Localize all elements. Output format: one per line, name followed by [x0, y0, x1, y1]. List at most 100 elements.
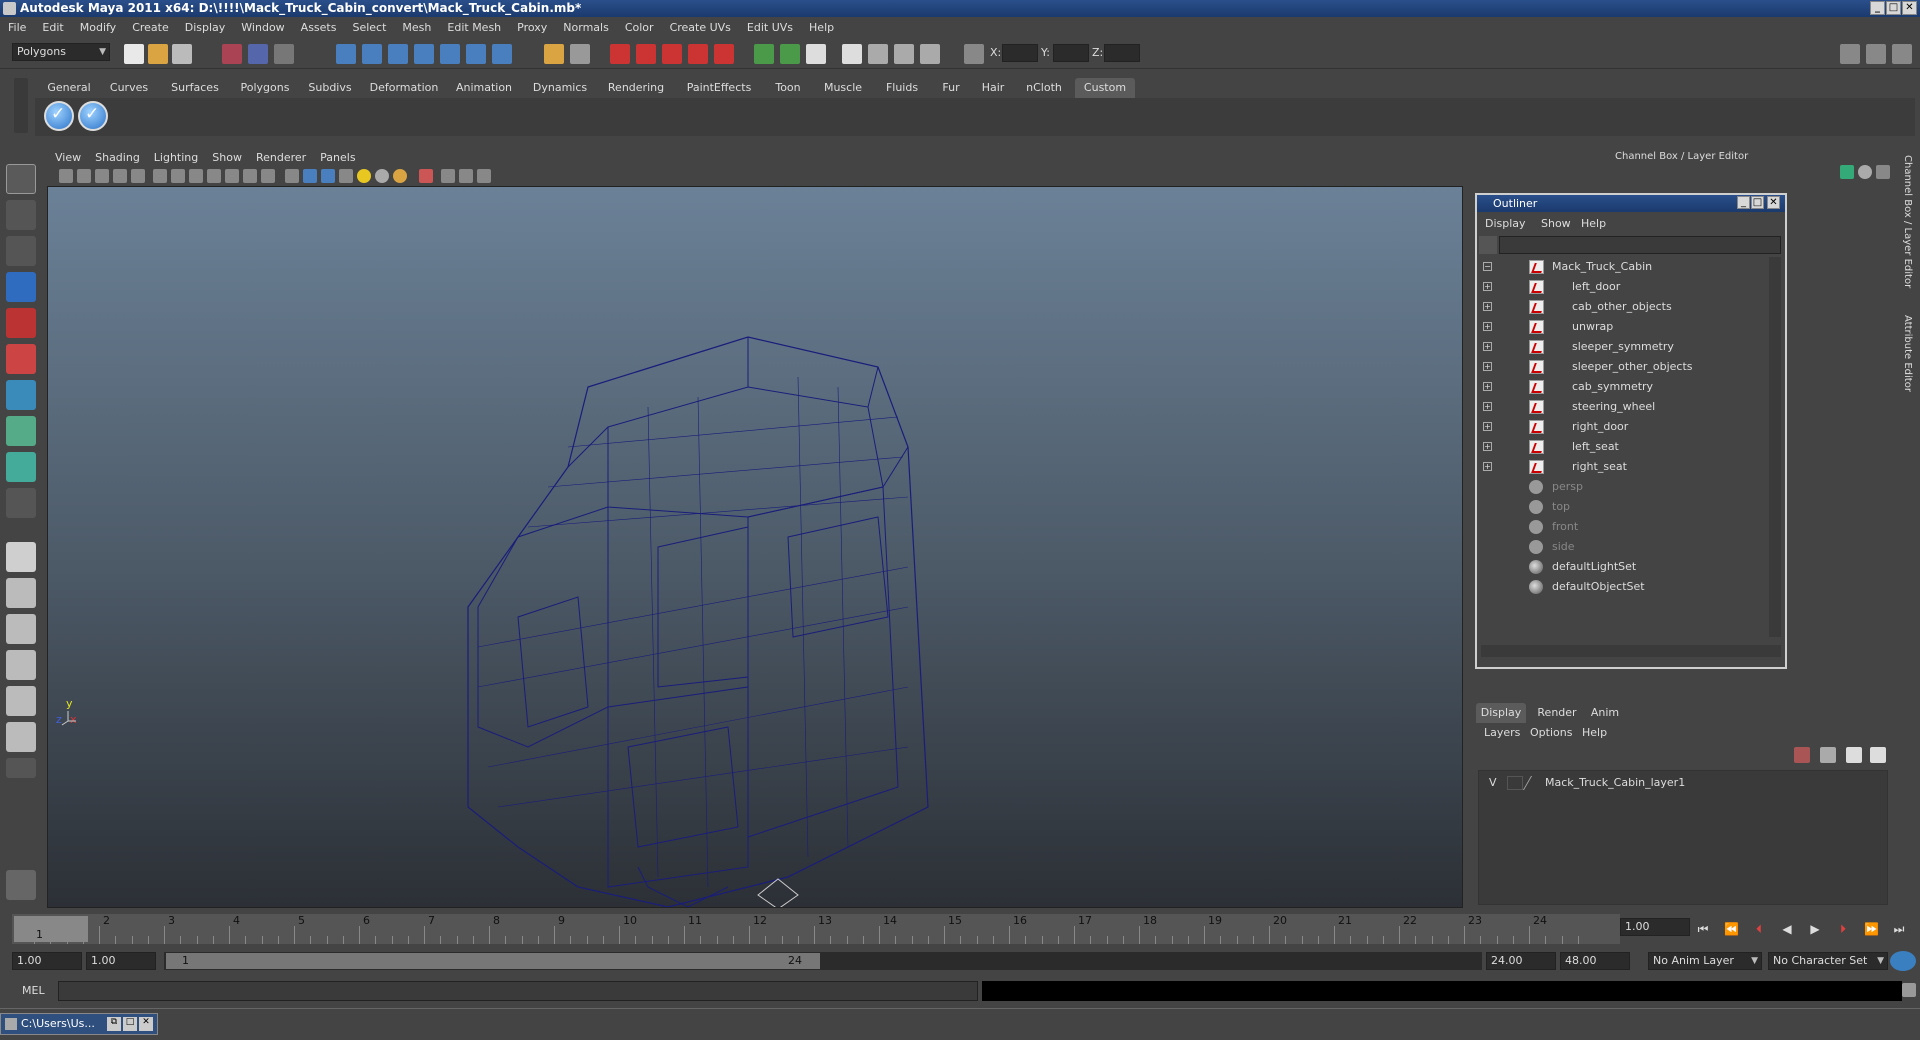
soft-modification-icon[interactable]: [6, 416, 36, 446]
expand-icon[interactable]: +: [1483, 402, 1492, 411]
flat-shade-icon[interactable]: [207, 169, 221, 183]
isolate-select-icon[interactable]: [285, 169, 299, 183]
maximize-button[interactable]: □: [1886, 1, 1901, 15]
save-scene-icon[interactable]: [172, 44, 192, 64]
outliner-vertical-scrollbar[interactable]: [1769, 257, 1781, 637]
viewport-menu-panels[interactable]: Panels: [320, 151, 355, 164]
shadows-icon[interactable]: [375, 169, 389, 183]
make-live-icon[interactable]: [466, 44, 486, 64]
select-mode-icon[interactable]: [419, 169, 433, 183]
construction-history-icon[interactable]: [570, 44, 590, 64]
absolute-transform-icon[interactable]: [964, 44, 984, 64]
time-slider[interactable]: 123456789101112131415161718192021222324 …: [12, 914, 1620, 944]
outliner-title-bar[interactable]: Outliner _ □ ✕: [1477, 195, 1785, 212]
move-layer-up-icon[interactable]: [1794, 747, 1810, 763]
outliner-item[interactable]: + sleeper_other_objects: [1477, 357, 1767, 377]
rotate-tool-icon[interactable]: [6, 308, 36, 338]
menu-file[interactable]: File: [8, 21, 26, 34]
snap-grid-icon[interactable]: [336, 44, 356, 64]
motion-trail-icon[interactable]: [477, 169, 491, 183]
current-time-field[interactable]: 1.00: [1620, 918, 1690, 936]
select-tool-icon[interactable]: [6, 164, 36, 194]
show-manipulator-icon[interactable]: [6, 452, 36, 482]
single-perspective-layout-icon[interactable]: [6, 542, 36, 572]
shelf-tab-custom[interactable]: Custom: [1075, 78, 1135, 98]
viewport-menu-shading[interactable]: Shading: [95, 151, 140, 164]
grid-icon[interactable]: [153, 169, 167, 183]
safe-action-icon[interactable]: [459, 169, 473, 183]
current-frame-marker[interactable]: [14, 916, 88, 942]
hypershade-layout-icon[interactable]: [6, 686, 36, 716]
shelf-tab-rendering[interactable]: Rendering: [601, 78, 671, 98]
cube-wireframe-icon[interactable]: [303, 169, 317, 183]
collapse-icon[interactable]: −: [1483, 262, 1492, 271]
open-scene-icon[interactable]: [148, 44, 168, 64]
minimize-button[interactable]: _: [1870, 1, 1885, 15]
shelf-tab-animation[interactable]: Animation: [449, 78, 519, 98]
perspective-viewport[interactable]: y x z: [47, 186, 1463, 908]
outliner-camera-item[interactable]: persp: [1477, 477, 1767, 497]
tool-settings-toggle-icon[interactable]: [1892, 44, 1912, 64]
step-back-frame-icon[interactable]: ⏪: [1724, 922, 1739, 936]
toggle-panel-icon[interactable]: [780, 44, 800, 64]
command-input[interactable]: [58, 981, 978, 1001]
play-backwards-icon[interactable]: ◀: [1780, 922, 1794, 936]
menu-display[interactable]: Display: [185, 21, 226, 34]
menu-edit[interactable]: Edit: [42, 21, 63, 34]
hud-icon[interactable]: [261, 169, 275, 183]
scale-tool-icon[interactable]: [6, 344, 36, 374]
move-layer-down-icon[interactable]: [1820, 747, 1836, 763]
shelf-options-icon[interactable]: [14, 78, 28, 133]
lasso-tool-icon[interactable]: [6, 200, 36, 230]
step-forward-frame-icon[interactable]: ⏩: [1864, 922, 1879, 936]
auto-key-icon[interactable]: [1890, 951, 1916, 971]
expand-icon[interactable]: +: [1483, 362, 1492, 371]
shelf-tab-curves[interactable]: Curves: [103, 78, 155, 98]
shelf-tab-dynamics[interactable]: Dynamics: [525, 78, 595, 98]
step-forward-key-icon[interactable]: ⏵: [1836, 922, 1850, 936]
go-to-end-icon[interactable]: ⏭: [1892, 922, 1906, 936]
custom-shelf-button-2[interactable]: [78, 101, 108, 131]
menu-window[interactable]: Window: [241, 21, 284, 34]
layer-type-toggle[interactable]: [1507, 776, 1523, 790]
default-light-icon[interactable]: [357, 169, 371, 183]
outliner-set-item[interactable]: defaultObjectSet: [1477, 577, 1767, 597]
outliner-camera-item[interactable]: top: [1477, 497, 1767, 517]
outliner-menu-display[interactable]: Display: [1485, 215, 1526, 233]
outliner-toggle-icon[interactable]: [920, 44, 940, 64]
layer-visibility-toggle[interactable]: V: [1489, 774, 1497, 792]
cube-shaded-icon[interactable]: [321, 169, 335, 183]
outliner-maximize-button[interactable]: □: [1751, 196, 1764, 209]
layer-editor-icon[interactable]: [894, 44, 914, 64]
maximize-icon[interactable]: □: [123, 1017, 137, 1031]
shelf-tab-deformation[interactable]: Deformation: [365, 78, 443, 98]
menu-modify[interactable]: Modify: [80, 21, 116, 34]
close-button[interactable]: ✕: [1902, 1, 1917, 15]
ipr-render-icon[interactable]: [636, 44, 656, 64]
close-icon[interactable]: ✕: [139, 1017, 153, 1031]
select-camera-icon[interactable]: [59, 169, 73, 183]
outliner-menu-show[interactable]: Show: [1541, 215, 1571, 233]
outliner-minimize-button[interactable]: _: [1737, 196, 1750, 209]
textured-icon[interactable]: [243, 169, 257, 183]
menu-normals[interactable]: Normals: [563, 21, 609, 34]
help-icon[interactable]: [492, 44, 512, 64]
viewport-menu-view[interactable]: View: [55, 151, 81, 164]
outliner-item[interactable]: + right_door: [1477, 417, 1767, 437]
attribute-editor-side-tab[interactable]: Attribute Editor: [1902, 315, 1913, 395]
shelf-tab-fluids[interactable]: Fluids: [877, 78, 927, 98]
channel-layer-toggle-icon[interactable]: [1866, 44, 1886, 64]
snap-curve-icon[interactable]: [362, 44, 382, 64]
script-editor-icon[interactable]: [1902, 983, 1916, 997]
render-view-icon[interactable]: [714, 44, 734, 64]
menu-edit-mesh[interactable]: Edit Mesh: [447, 21, 501, 34]
outliner-item[interactable]: + left_seat: [1477, 437, 1767, 457]
select-hierarchy-icon[interactable]: [222, 44, 242, 64]
input-ops-icon[interactable]: [544, 44, 564, 64]
expand-icon[interactable]: +: [1483, 342, 1492, 351]
viewport-menu-show[interactable]: Show: [212, 151, 242, 164]
channel-box-speed-icon[interactable]: [1858, 165, 1872, 179]
film-gate-icon[interactable]: [131, 169, 145, 183]
playback-end-field[interactable]: 24.00: [1486, 952, 1556, 970]
menu-create-uvs[interactable]: Create UVs: [670, 21, 731, 34]
